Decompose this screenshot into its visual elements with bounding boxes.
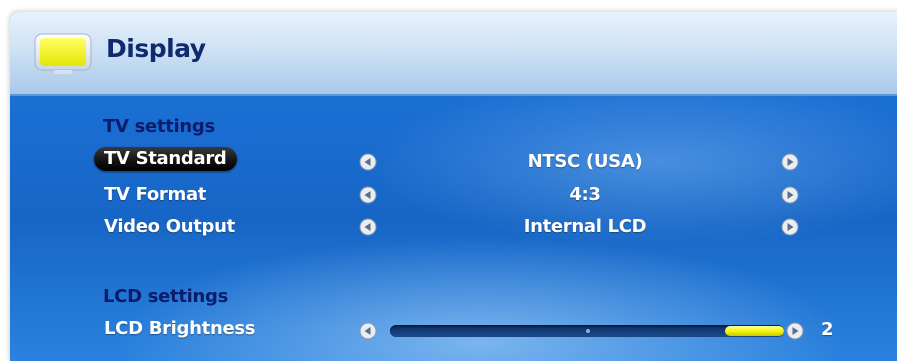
lcd-brightness-slider[interactable] bbox=[390, 325, 784, 337]
tv-format-prev-arrow-icon[interactable] bbox=[359, 186, 377, 204]
slider-center-mark bbox=[586, 329, 590, 333]
tv-standard-label[interactable]: TV Standard bbox=[94, 147, 237, 171]
page-title: Display bbox=[106, 34, 206, 63]
section-title-tv-settings: TV settings bbox=[103, 116, 215, 137]
lcd-brightness-decrease-arrow-icon[interactable] bbox=[359, 322, 377, 340]
tv-screen-icon bbox=[34, 33, 92, 74]
lcd-brightness-fill bbox=[724, 326, 784, 336]
tv-format-next-arrow-icon[interactable] bbox=[781, 186, 799, 204]
lcd-brightness-value: 2 bbox=[821, 319, 834, 340]
tv-standard-next-arrow-icon[interactable] bbox=[781, 153, 799, 171]
section-title-lcd-settings: LCD settings bbox=[103, 286, 229, 307]
video-output-value: Internal LCD bbox=[523, 216, 647, 237]
video-output-label[interactable]: Video Output bbox=[104, 216, 235, 237]
header-bar: Display bbox=[10, 12, 897, 96]
lcd-brightness-increase-arrow-icon[interactable] bbox=[786, 322, 804, 340]
lcd-brightness-label[interactable]: LCD Brightness bbox=[104, 318, 256, 339]
tv-standard-prev-arrow-icon[interactable] bbox=[359, 153, 377, 171]
video-output-prev-arrow-icon[interactable] bbox=[359, 218, 377, 236]
display-settings-panel: Display TV settings TV Standard NTSC (US… bbox=[10, 12, 897, 361]
tv-standard-value: NTSC (USA) bbox=[527, 151, 643, 172]
tv-format-value: 4:3 bbox=[569, 184, 601, 205]
tv-format-label[interactable]: TV Format bbox=[104, 184, 206, 205]
video-output-next-arrow-icon[interactable] bbox=[781, 218, 799, 236]
